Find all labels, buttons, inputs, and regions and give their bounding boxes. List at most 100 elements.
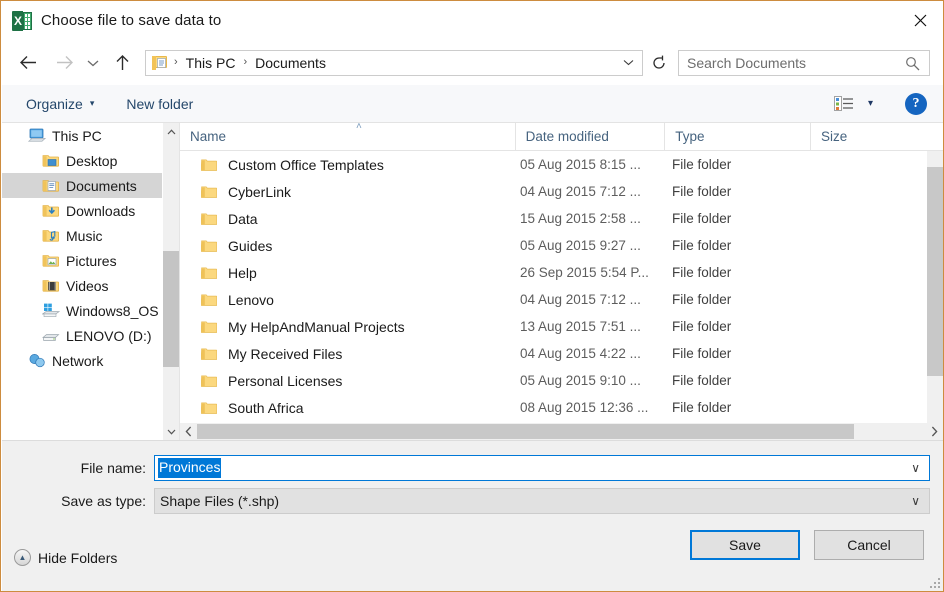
date-modified-cell: 26 Sep 2015 5:54 P...	[520, 265, 672, 280]
hide-folders-label: Hide Folders	[38, 550, 117, 566]
folder-icon	[201, 293, 217, 307]
hide-folders-button[interactable]: ▲ Hide Folders	[14, 549, 117, 566]
table-row[interactable]: Custom Office Templates05 Aug 2015 8:15 …	[180, 151, 927, 178]
sidebar-item-pictures[interactable]: Pictures	[2, 248, 179, 273]
date-modified-cell: 05 Aug 2015 9:10 ...	[520, 373, 672, 388]
chevron-down-icon[interactable]: ∨	[911, 489, 920, 513]
table-row[interactable]: My HelpAndManual Projects13 Aug 2015 7:5…	[180, 313, 927, 340]
chevron-down-icon[interactable]: ▾	[868, 98, 873, 109]
sidebar-item-label: Pictures	[66, 253, 117, 269]
refresh-icon[interactable]	[646, 50, 672, 76]
type-cell: File folder	[672, 211, 820, 226]
new-folder-label: New folder	[126, 96, 193, 112]
sidebar-scrollbar[interactable]	[162, 123, 179, 440]
navigation-bar: › This PC › Documents	[2, 40, 943, 85]
documents-folder-icon	[152, 55, 168, 71]
up-arrow-icon[interactable]	[108, 49, 136, 77]
type-cell: File folder	[672, 400, 820, 415]
command-bar: Organize ▾ New folder ▾ ?	[2, 85, 943, 123]
resize-grip[interactable]	[928, 576, 940, 588]
sidebar-item-music[interactable]: Music	[2, 223, 179, 248]
type-cell: File folder	[672, 184, 820, 199]
column-header-name[interactable]: Name ˄	[180, 123, 515, 150]
back-arrow-icon[interactable]	[14, 49, 42, 77]
new-folder-button[interactable]: New folder	[119, 91, 200, 117]
windows-drive-icon	[42, 303, 60, 319]
folder-icon	[201, 374, 217, 388]
file-list-horizontal-scrollbar-thumb[interactable]	[197, 424, 854, 439]
sidebar-scrollbar-thumb[interactable]	[163, 251, 179, 367]
sidebar-item-this-pc[interactable]: This PC	[2, 123, 179, 148]
chevron-right-icon[interactable]	[926, 423, 943, 440]
view-layout-icon[interactable]	[834, 95, 854, 113]
date-modified-cell: 04 Aug 2015 7:12 ...	[520, 292, 672, 307]
file-list-vertical-scrollbar-thumb[interactable]	[927, 167, 943, 376]
sidebar-item-desktop[interactable]: Desktop	[2, 148, 179, 173]
sidebar-item-label: This PC	[52, 128, 102, 144]
chevron-down-icon[interactable]	[623, 51, 634, 75]
sidebar-item-windows8-os-c[interactable]: Windows8_OS (C:)	[2, 298, 179, 323]
main-content: This PC DesktopDocumentsDownloadsMusic Pic…	[2, 123, 943, 440]
save-button[interactable]: Save	[690, 530, 800, 560]
organize-button[interactable]: Organize ▾	[19, 91, 101, 117]
search-input[interactable]	[687, 55, 887, 71]
date-modified-cell: 15 Aug 2015 2:58 ...	[520, 211, 672, 226]
table-row[interactable]: Data15 Aug 2015 2:58 ...File folder	[180, 205, 927, 232]
file-name-cell: Help	[228, 265, 520, 281]
file-name-cell: Custom Office Templates	[228, 157, 520, 173]
sidebar-item-lenovo-d[interactable]: LENOVO (D:)	[2, 323, 179, 348]
breadcrumb-separator-icon: ›	[168, 57, 184, 68]
breadcrumb-this-pc[interactable]: This PC	[184, 55, 238, 71]
table-row[interactable]: Lenovo04 Aug 2015 7:12 ...File folder	[180, 286, 927, 313]
file-list-vertical-scrollbar[interactable]	[927, 151, 943, 423]
videos-folder-icon	[42, 278, 60, 294]
file-list-pane: Name ˄ Date modified Type Size Custom Of…	[179, 123, 943, 440]
save-as-type-label: Save as type:	[2, 493, 154, 509]
type-cell: File folder	[672, 373, 820, 388]
folder-icon	[201, 401, 217, 415]
title-bar: X Choose file to save data to	[1, 1, 943, 40]
chevron-up-icon[interactable]	[163, 123, 179, 140]
save-as-type-row: Save as type: Shape Files (*.shp) ∨	[2, 488, 943, 514]
this-pc-icon	[28, 128, 46, 144]
file-name-cell: Lenovo	[228, 292, 520, 308]
address-bar[interactable]: › This PC › Documents	[145, 50, 643, 76]
save-as-type-select[interactable]: Shape Files (*.shp) ∨	[154, 488, 930, 514]
type-cell: File folder	[672, 319, 820, 334]
table-row[interactable]: Personal Licenses05 Aug 2015 9:10 ...Fil…	[180, 367, 927, 394]
table-row[interactable]: CyberLink04 Aug 2015 7:12 ...File folder	[180, 178, 927, 205]
sidebar-item-downloads[interactable]: Downloads	[2, 198, 179, 223]
table-row[interactable]: Guides05 Aug 2015 9:27 ...File folder	[180, 232, 927, 259]
column-headers: Name ˄ Date modified Type Size	[180, 123, 943, 151]
sidebar-item-videos[interactable]: Videos	[2, 273, 179, 298]
search-box[interactable]	[678, 50, 930, 76]
date-modified-cell: 04 Aug 2015 4:22 ...	[520, 346, 672, 361]
close-icon[interactable]	[898, 1, 943, 39]
search-icon	[905, 56, 920, 76]
table-row[interactable]: Help26 Sep 2015 5:54 P...File folder	[180, 259, 927, 286]
network-icon	[28, 353, 46, 369]
file-name-input[interactable]: Provinces ∨	[154, 455, 930, 481]
table-row[interactable]: My Received Files04 Aug 2015 4:22 ...Fil…	[180, 340, 927, 367]
help-icon[interactable]: ?	[905, 93, 927, 115]
sidebar-item-network[interactable]: Network	[2, 348, 179, 373]
file-name-value[interactable]: Provinces	[158, 458, 221, 478]
column-header-size[interactable]: Size	[810, 123, 943, 150]
organize-label: Organize	[26, 96, 83, 112]
file-list-horizontal-scrollbar[interactable]	[180, 423, 943, 440]
recent-locations-chevron-icon[interactable]	[82, 49, 104, 77]
file-name-row: File name: Provinces ∨	[2, 455, 943, 481]
cancel-button[interactable]: Cancel	[814, 530, 924, 560]
date-modified-cell: 13 Aug 2015 7:51 ...	[520, 319, 672, 334]
column-header-date-modified[interactable]: Date modified	[515, 123, 665, 150]
table-row[interactable]: South Africa08 Aug 2015 12:36 ...File fo…	[180, 394, 927, 421]
chevron-down-icon[interactable]	[163, 423, 179, 440]
column-header-type[interactable]: Type	[664, 123, 810, 150]
sidebar-item-documents[interactable]: Documents	[2, 173, 179, 198]
chevron-left-icon[interactable]	[180, 423, 197, 440]
date-modified-cell: 08 Aug 2015 12:36 ...	[520, 400, 672, 415]
dialog-footer: File name: Provinces ∨ Save as type: Sha…	[2, 440, 943, 591]
chevron-down-icon[interactable]: ∨	[911, 456, 920, 480]
breadcrumb-documents[interactable]: Documents	[253, 55, 328, 71]
sort-ascending-icon: ˄	[356, 123, 362, 131]
